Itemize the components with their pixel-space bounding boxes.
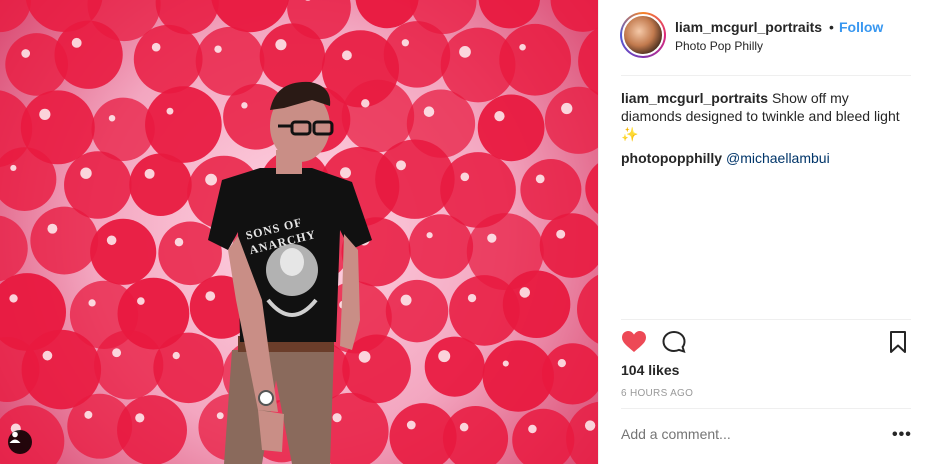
add-comment-input[interactable] xyxy=(621,426,861,442)
likes-count[interactable]: 104 likes xyxy=(621,362,679,378)
action-bar xyxy=(621,330,911,356)
post-details-panel: liam_mcgurl_portraits • Follow Photo Pop… xyxy=(598,0,932,464)
username-link[interactable]: liam_mcgurl_portraits xyxy=(675,19,822,35)
avatar-story-ring[interactable] xyxy=(620,12,666,58)
follow-button[interactable]: Follow xyxy=(839,19,883,35)
caption: liam_mcgurl_portraits Show off my diamon… xyxy=(621,89,911,143)
divider xyxy=(621,319,911,320)
post-photo[interactable]: SONS OF ANARCHY xyxy=(0,0,598,464)
bookmark-icon[interactable] xyxy=(887,330,909,354)
post-timestamp[interactable]: 6 HOURS AGO xyxy=(621,388,693,399)
comment-bubble-icon[interactable] xyxy=(661,330,687,354)
caption-username[interactable]: liam_mcgurl_portraits xyxy=(621,90,768,106)
comment-username[interactable]: photopopphilly xyxy=(621,150,722,166)
separator-dot: • xyxy=(829,19,834,35)
divider xyxy=(621,408,911,409)
post-header: liam_mcgurl_portraits • Follow Photo Pop… xyxy=(599,0,932,76)
location-link[interactable]: Photo Pop Philly xyxy=(675,39,763,53)
user-tag-icon[interactable] xyxy=(8,430,32,454)
heart-filled-icon[interactable] xyxy=(621,330,647,354)
more-options-button[interactable]: ••• xyxy=(892,426,912,444)
comment-mention-link[interactable]: @michaellambui xyxy=(726,150,830,166)
avatar[interactable] xyxy=(622,14,664,56)
divider xyxy=(621,75,911,76)
comment-row: photopopphilly @michaellambui xyxy=(621,149,911,167)
